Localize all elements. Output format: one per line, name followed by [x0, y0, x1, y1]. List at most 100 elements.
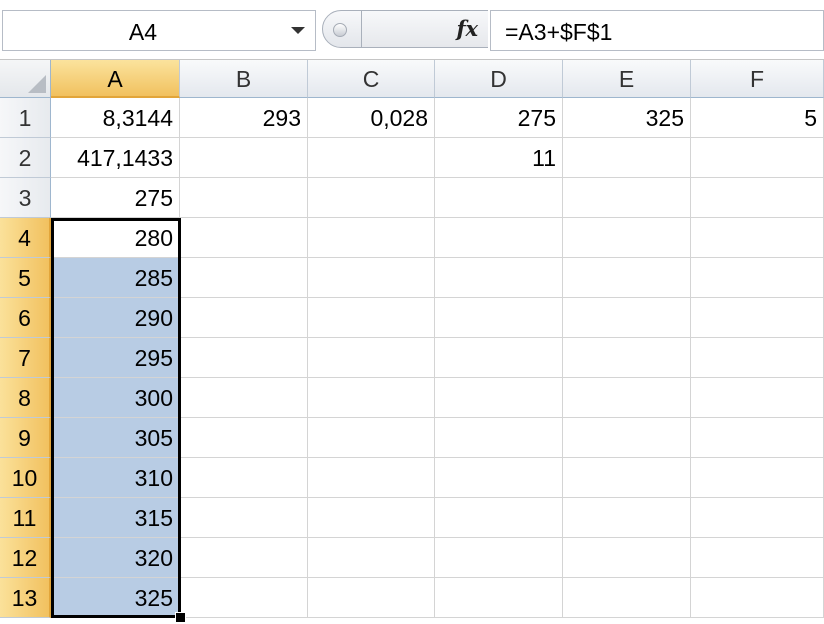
cell-e7[interactable]	[563, 338, 691, 378]
cell-e4[interactable]	[563, 218, 691, 258]
row-header-7[interactable]: 7	[0, 338, 51, 378]
insert-function-icon[interactable]: fx	[456, 16, 478, 41]
cell-c6[interactable]	[308, 298, 435, 338]
cell-b11[interactable]	[180, 498, 308, 538]
cell-c5[interactable]	[308, 258, 435, 298]
row-header-9[interactable]: 9	[0, 418, 51, 458]
cell-d4[interactable]	[435, 218, 563, 258]
cell-a1[interactable]: 8,3144	[51, 98, 180, 138]
cell-c13[interactable]	[308, 578, 435, 618]
row-header-5[interactable]: 5	[0, 258, 51, 298]
cell-f9[interactable]	[691, 418, 824, 458]
cell-b13[interactable]	[180, 578, 308, 618]
cell-b6[interactable]	[180, 298, 308, 338]
cell-f1[interactable]: 5	[691, 98, 824, 138]
cell-a12[interactable]: 320	[51, 538, 180, 578]
cell-a11[interactable]: 315	[51, 498, 180, 538]
row-header-13[interactable]: 13	[0, 578, 51, 618]
cell-f11[interactable]	[691, 498, 824, 538]
cell-c3[interactable]	[308, 178, 435, 218]
cell-c9[interactable]	[308, 418, 435, 458]
cell-e8[interactable]	[563, 378, 691, 418]
cell-e6[interactable]	[563, 298, 691, 338]
cell-c12[interactable]	[308, 538, 435, 578]
cell-c4[interactable]	[308, 218, 435, 258]
cell-d1[interactable]: 275	[435, 98, 563, 138]
cell-f6[interactable]	[691, 298, 824, 338]
cell-a8[interactable]: 300	[51, 378, 180, 418]
cell-c11[interactable]	[308, 498, 435, 538]
row-header-10[interactable]: 10	[0, 458, 51, 498]
cell-c2[interactable]	[308, 138, 435, 178]
cell-a2[interactable]: 417,1433	[51, 138, 180, 178]
row-header-4[interactable]: 4	[0, 218, 51, 258]
cell-a5[interactable]: 285	[51, 258, 180, 298]
cell-e3[interactable]	[563, 178, 691, 218]
cell-a10[interactable]: 310	[51, 458, 180, 498]
cell-a4[interactable]: 280	[51, 218, 180, 258]
formula-input[interactable]: =A3+$F$1	[490, 10, 824, 51]
cell-b10[interactable]	[180, 458, 308, 498]
cell-d6[interactable]	[435, 298, 563, 338]
row-header-11[interactable]: 11	[0, 498, 51, 538]
cell-b5[interactable]	[180, 258, 308, 298]
cell-e12[interactable]	[563, 538, 691, 578]
cell-c10[interactable]	[308, 458, 435, 498]
cell-b3[interactable]	[180, 178, 308, 218]
cell-f3[interactable]	[691, 178, 824, 218]
cell-c1[interactable]: 0,028	[308, 98, 435, 138]
row-header-12[interactable]: 12	[0, 538, 51, 578]
row-header-6[interactable]: 6	[0, 298, 51, 338]
cell-e11[interactable]	[563, 498, 691, 538]
cell-f8[interactable]	[691, 378, 824, 418]
cell-d11[interactable]	[435, 498, 563, 538]
cell-f4[interactable]	[691, 218, 824, 258]
cell-a3[interactable]: 275	[51, 178, 180, 218]
cell-f12[interactable]	[691, 538, 824, 578]
cell-d5[interactable]	[435, 258, 563, 298]
cell-e5[interactable]	[563, 258, 691, 298]
row-header-8[interactable]: 8	[0, 378, 51, 418]
column-header-d[interactable]: D	[435, 60, 563, 98]
column-header-b[interactable]: B	[180, 60, 308, 98]
row-header-3[interactable]: 3	[0, 178, 51, 218]
row-header-2[interactable]: 2	[0, 138, 51, 178]
cell-e10[interactable]	[563, 458, 691, 498]
cell-b7[interactable]	[180, 338, 308, 378]
cell-a7[interactable]: 295	[51, 338, 180, 378]
cell-f7[interactable]	[691, 338, 824, 378]
cell-b2[interactable]	[180, 138, 308, 178]
cell-f2[interactable]	[691, 138, 824, 178]
cell-f10[interactable]	[691, 458, 824, 498]
cell-d12[interactable]	[435, 538, 563, 578]
cell-a6[interactable]: 290	[51, 298, 180, 338]
cell-b8[interactable]	[180, 378, 308, 418]
cell-a13[interactable]: 325	[51, 578, 180, 618]
cell-b9[interactable]	[180, 418, 308, 458]
cell-a9[interactable]: 305	[51, 418, 180, 458]
column-header-c[interactable]: C	[308, 60, 435, 98]
cell-e2[interactable]	[563, 138, 691, 178]
cell-d7[interactable]	[435, 338, 563, 378]
cell-f13[interactable]	[691, 578, 824, 618]
formula-bar-splitter[interactable]	[322, 10, 362, 48]
cell-f5[interactable]	[691, 258, 824, 298]
cell-d2[interactable]: 11	[435, 138, 563, 178]
cell-d10[interactable]	[435, 458, 563, 498]
cell-e9[interactable]	[563, 418, 691, 458]
cell-d3[interactable]	[435, 178, 563, 218]
cell-c7[interactable]	[308, 338, 435, 378]
cell-c8[interactable]	[308, 378, 435, 418]
cell-b12[interactable]	[180, 538, 308, 578]
cell-d13[interactable]	[435, 578, 563, 618]
cell-b1[interactable]: 293	[180, 98, 308, 138]
cell-d8[interactable]	[435, 378, 563, 418]
cell-d9[interactable]	[435, 418, 563, 458]
fill-handle[interactable]	[175, 612, 186, 623]
column-header-e[interactable]: E	[563, 60, 691, 98]
select-all-button[interactable]	[0, 60, 51, 98]
column-header-f[interactable]: F	[691, 60, 824, 98]
name-box[interactable]: A4	[2, 10, 316, 51]
cell-e1[interactable]: 325	[563, 98, 691, 138]
name-box-dropdown-icon[interactable]	[291, 27, 305, 34]
